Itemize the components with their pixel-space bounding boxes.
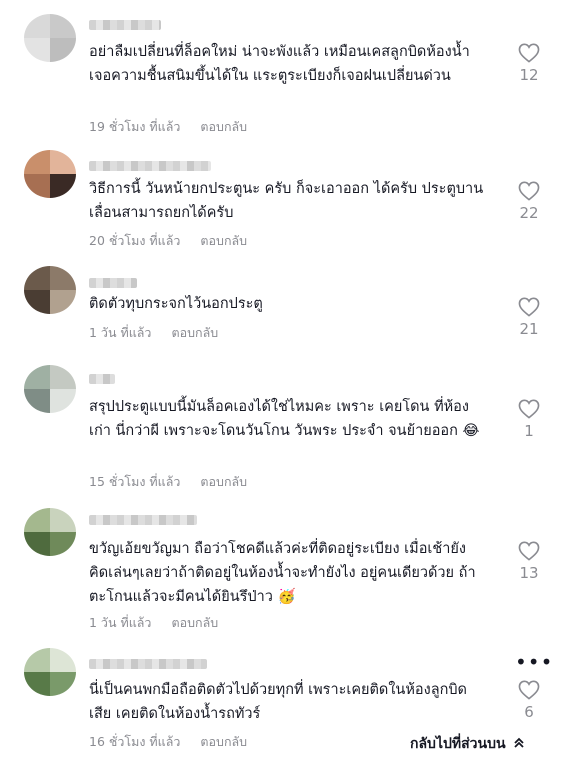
like-button[interactable]: 22 <box>513 181 545 222</box>
username-blurred[interactable] <box>89 278 137 288</box>
like-button[interactable]: 12 <box>513 43 545 84</box>
avatar-pixel <box>24 532 50 556</box>
chevron-double-up-icon <box>513 737 524 751</box>
avatar[interactable] <box>24 266 76 314</box>
like-count: 12 <box>519 66 539 84</box>
comment-meta: 19 ชั่วโมง ที่แล้ว ตอบกลับ <box>89 117 247 137</box>
avatar-pixel <box>50 508 76 532</box>
avatar-pixel <box>50 532 76 556</box>
avatar[interactable] <box>24 14 76 62</box>
avatar-pixel <box>24 365 50 389</box>
comment-meta: 1 วัน ที่แล้ว ตอบกลับ <box>89 323 218 343</box>
like-count: 13 <box>519 564 539 582</box>
avatar-pixel <box>50 365 76 389</box>
comment-time: 1 วัน ที่แล้ว <box>89 325 152 340</box>
avatar-pixel <box>24 14 50 38</box>
username-blurred[interactable] <box>89 374 115 384</box>
heart-outline-icon <box>518 181 540 201</box>
like-button[interactable]: 13 <box>513 541 545 582</box>
avatar-pixel <box>24 290 50 314</box>
comment-meta: 20 ชั่วโมง ที่แล้ว ตอบกลับ <box>89 231 247 251</box>
like-count: 21 <box>519 320 539 338</box>
avatar-pixel <box>24 38 50 62</box>
username-blurred[interactable] <box>89 161 211 171</box>
like-button[interactable]: 1 <box>513 399 545 440</box>
avatar[interactable] <box>24 508 76 556</box>
like-button[interactable]: 6 <box>513 680 545 721</box>
like-count: 6 <box>524 703 534 721</box>
back-to-top-button[interactable]: กลับไปที่ส่วนบน <box>398 728 565 759</box>
avatar[interactable] <box>24 648 76 696</box>
comment-meta: 15 ชั่วโมง ที่แล้ว ตอบกลับ <box>89 472 247 492</box>
username-blurred[interactable] <box>89 20 161 30</box>
avatar-pixel <box>50 648 76 672</box>
reply-button[interactable]: ตอบกลับ <box>200 474 247 489</box>
comment-time: 16 ชั่วโมง ที่แล้ว <box>89 734 181 749</box>
username-blurred[interactable] <box>89 659 207 669</box>
like-count: 22 <box>519 204 539 222</box>
comment-text: ติดตัวทุบกระจกไว้นอกประตู <box>89 296 263 312</box>
comment-time: 15 ชั่วโมง ที่แล้ว <box>89 474 181 489</box>
avatar-pixel <box>24 389 50 413</box>
comment-time: 1 วัน ที่แล้ว <box>89 615 152 630</box>
avatar-pixel <box>50 174 76 198</box>
heart-outline-icon <box>518 680 540 700</box>
comment-text: นี่เป็นคนพกมือถือติดตัวไปด้วยทุกที่ เพรา… <box>89 682 467 722</box>
heart-outline-icon <box>518 399 540 419</box>
avatar-pixel <box>50 290 76 314</box>
comment-time: 19 ชั่วโมง ที่แล้ว <box>89 119 181 134</box>
comment-meta: 16 ชั่วโมง ที่แล้ว ตอบกลับ <box>89 732 247 752</box>
more-dots-icon[interactable]: ••• <box>515 652 553 672</box>
comment-text: อย่าลืมเปลี่ยนที่ล็อคใหม่ น่าจะพังแล้ว เ… <box>89 44 470 84</box>
avatar-pixel <box>24 266 50 290</box>
username-blurred[interactable] <box>89 515 197 525</box>
heart-outline-icon <box>518 541 540 561</box>
heart-outline-icon <box>518 297 540 317</box>
reply-button[interactable]: ตอบกลับ <box>200 233 247 248</box>
reply-button[interactable]: ตอบกลับ <box>171 615 218 630</box>
reply-button[interactable]: ตอบกลับ <box>171 325 218 340</box>
avatar-pixel <box>50 14 76 38</box>
avatar-pixel <box>24 150 50 174</box>
reply-button[interactable]: ตอบกลับ <box>200 119 247 134</box>
back-to-top-label: กลับไปที่ส่วนบน <box>410 735 506 752</box>
avatar-pixel <box>24 672 50 696</box>
avatar-pixel <box>50 672 76 696</box>
comment-time: 20 ชั่วโมง ที่แล้ว <box>89 233 181 248</box>
avatar-pixel <box>24 508 50 532</box>
comment-text: ขวัญเอ้ยขวัญมา ถือว่าโชคดีแล้วค่ะที่ติดอ… <box>89 541 476 605</box>
reply-button[interactable]: ตอบกลับ <box>200 734 247 749</box>
comment-meta: 1 วัน ที่แล้ว ตอบกลับ <box>89 613 218 633</box>
comment-text: วิธีการนี้ วันหน้ายกประตูนะ ครับ ก็จะเอา… <box>89 181 484 221</box>
avatar[interactable] <box>24 365 76 413</box>
comment-text: สรุปประตูแบบนี้มันล็อคเองได้ใช่ไหมคะ เพร… <box>89 399 480 439</box>
avatar-pixel <box>24 648 50 672</box>
heart-outline-icon <box>518 43 540 63</box>
avatar-pixel <box>50 389 76 413</box>
avatar[interactable] <box>24 150 76 198</box>
avatar-pixel <box>24 174 50 198</box>
avatar-pixel <box>50 150 76 174</box>
avatar-pixel <box>50 266 76 290</box>
like-count: 1 <box>524 422 534 440</box>
like-button[interactable]: 21 <box>513 297 545 338</box>
avatar-pixel <box>50 38 76 62</box>
